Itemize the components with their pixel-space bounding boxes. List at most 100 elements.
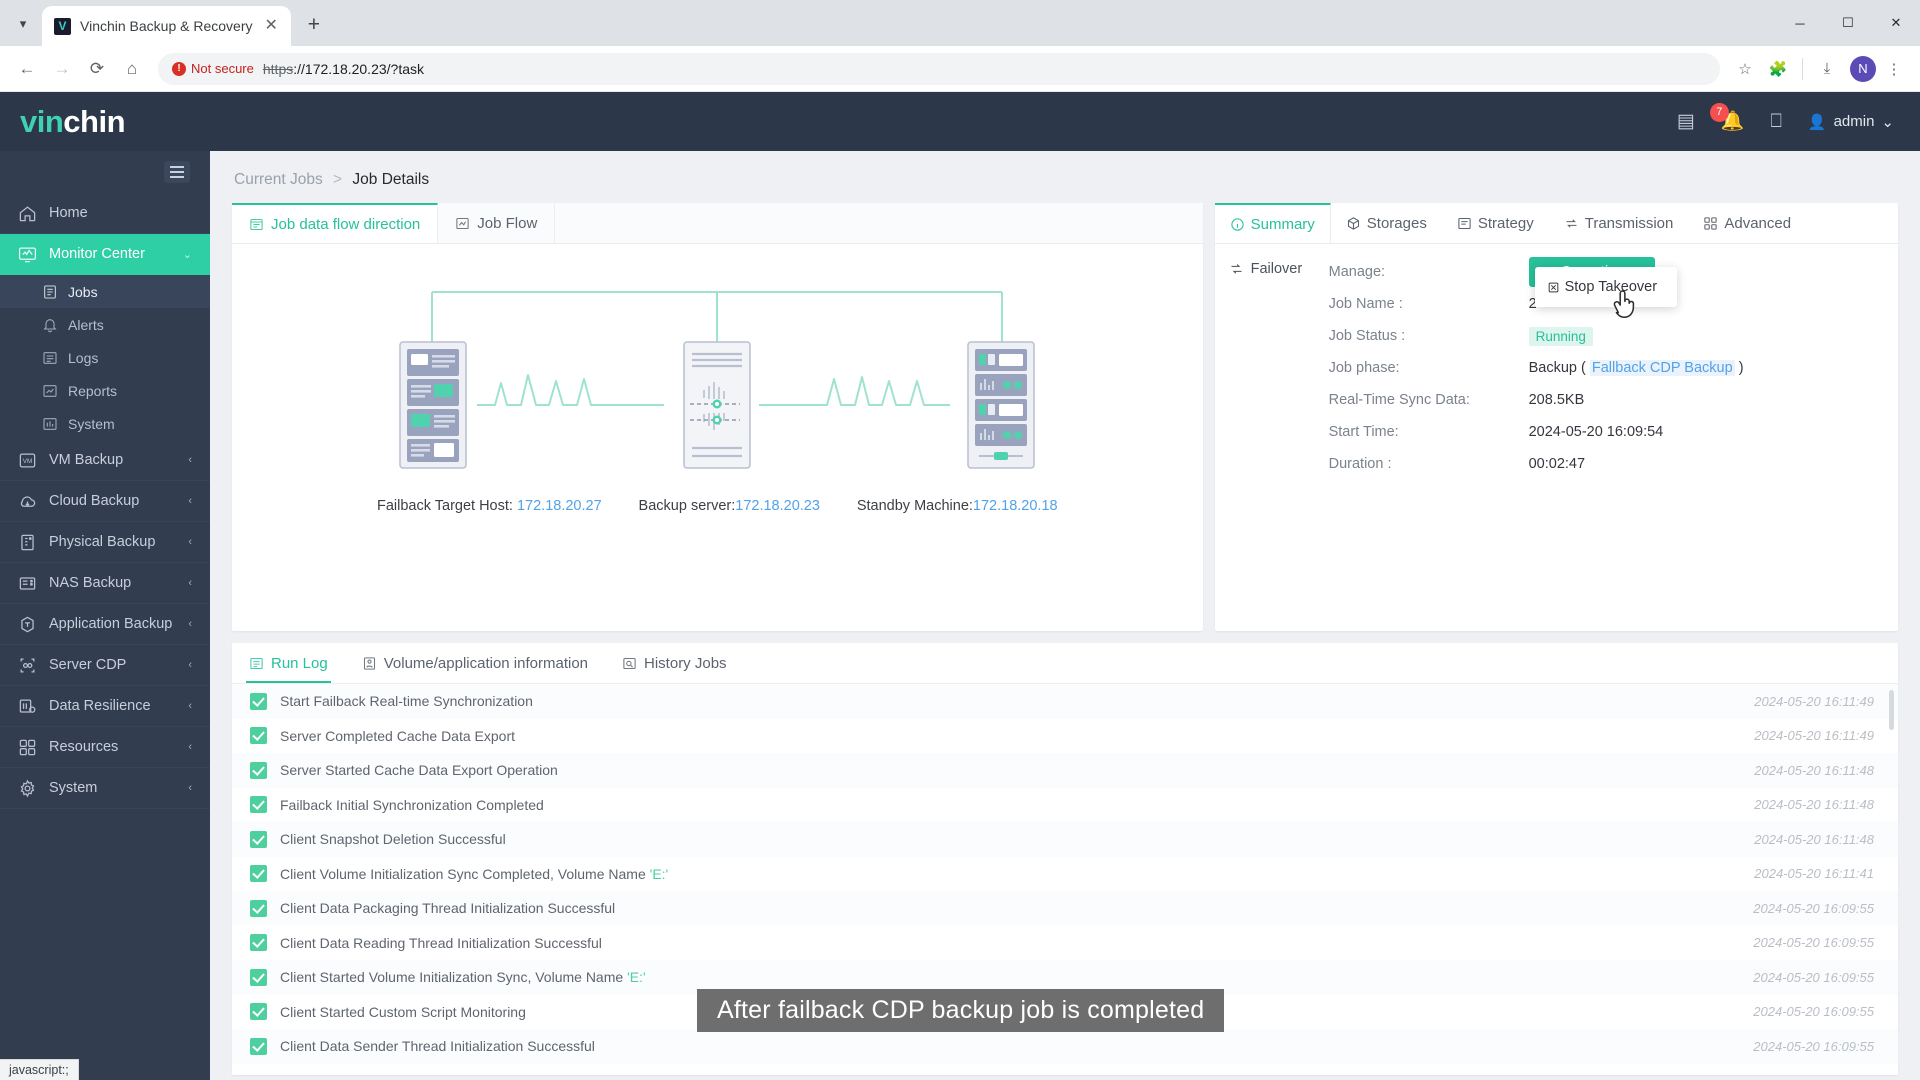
home-icon[interactable]: ⌂	[116, 53, 148, 85]
security-label: Not secure	[191, 61, 254, 76]
address-bar[interactable]: ! Not secure https://172.18.20.23/?task	[158, 52, 1720, 85]
star-icon[interactable]: ☆	[1730, 54, 1760, 84]
chevron-left-icon: ‹	[188, 741, 192, 753]
reload-icon[interactable]: ⟳	[81, 53, 113, 85]
tab-volume-application-information[interactable]: Volume/application information	[344, 643, 606, 683]
maximize-icon[interactable]: ☐	[1824, 0, 1872, 46]
sidebar-item-system[interactable]: System ‹	[0, 768, 210, 809]
sidebar-item-home[interactable]: Home	[0, 193, 210, 234]
server-icon	[21, 534, 34, 550]
sidebar: Home Monitor Center ⌄ Jobs Alerts Logs R…	[0, 151, 210, 1080]
sidebar-item-monitor-center[interactable]: Monitor Center ⌄	[0, 234, 210, 275]
tab-run-log[interactable]: Run Log	[232, 643, 345, 683]
back-icon[interactable]: ←	[11, 53, 43, 85]
security-badge[interactable]: ! Not secure	[172, 61, 254, 76]
sidebar-item-reports[interactable]: Reports	[0, 374, 210, 407]
sidebar-item-logs[interactable]: Logs	[0, 341, 210, 374]
tab-transmission[interactable]: Transmission	[1548, 203, 1689, 243]
chevron-left-icon: ‹	[188, 782, 192, 794]
sidebar-collapse-row	[0, 151, 210, 193]
cloud-icon	[20, 495, 36, 507]
close-icon[interactable]: ✕	[262, 18, 281, 34]
kebab-menu-icon[interactable]: ⋮	[1879, 54, 1909, 84]
log-scrollbar-thumb[interactable]	[1889, 690, 1894, 730]
cdp-icon	[20, 658, 35, 672]
monitor-icon[interactable]: ⎕	[1770, 112, 1781, 131]
sidebar-item-data-resilience[interactable]: Data Resilience ‹	[0, 686, 210, 727]
puzzle-icon[interactable]: 🧩	[1763, 54, 1793, 84]
tab-strategy[interactable]: Strategy	[1441, 203, 1549, 243]
strategy-icon	[1458, 217, 1471, 229]
sidebar-item-label: NAS Backup	[49, 575, 132, 591]
tab-label: History Jobs	[644, 654, 727, 672]
tab-storages[interactable]: Storages	[1330, 203, 1442, 243]
log-timestamp: 2024-05-20 16:09:55	[1753, 900, 1874, 916]
window-close-icon[interactable]: ✕	[1872, 0, 1920, 46]
gear-icon	[20, 779, 35, 797]
operation-dropdown-menu[interactable]: Stop Takeover	[1534, 267, 1677, 307]
browser-tab[interactable]: V Vinchin Backup & Recovery ✕	[42, 6, 291, 46]
user-menu[interactable]: 👤 admin ⌄	[1808, 113, 1894, 131]
jobs-icon	[44, 284, 56, 299]
phase-link[interactable]: Fallback CDP Backup	[1589, 360, 1735, 376]
home-icon	[19, 205, 36, 221]
breadcrumb: Current Jobs > Job Details	[232, 165, 1898, 203]
success-check-icon	[250, 899, 267, 917]
vinchin-logo: vinchin	[0, 103, 126, 140]
log-timestamp: 2024-05-20 16:11:49	[1754, 728, 1874, 744]
document-icon[interactable]: ▤	[1677, 112, 1695, 131]
node-ip: 172.18.20.27	[516, 498, 602, 514]
download-icon[interactable]: ⤓	[1812, 54, 1842, 84]
sidebar-item-resources[interactable]: Resources ‹	[0, 727, 210, 768]
sidebar-item-system-monitor[interactable]: System	[0, 407, 210, 440]
forward-icon[interactable]: →	[46, 53, 78, 85]
advanced-icon	[1704, 216, 1718, 230]
field-label: Job Status :	[1328, 328, 1406, 344]
field-start-time: Start Time: 2024-05-20 16:09:54	[1329, 416, 1898, 448]
logo-part-1: vin	[20, 103, 64, 139]
logs-icon	[43, 351, 57, 364]
hamburger-icon[interactable]	[164, 161, 190, 183]
side-item-failover[interactable]: Failover	[1229, 256, 1323, 282]
svg-text:VM: VM	[23, 457, 33, 464]
sidebar-item-label: Data Resilience	[49, 698, 151, 714]
new-tab-button[interactable]: +	[297, 8, 331, 42]
sidebar-item-server-cdp[interactable]: Server CDP ‹	[0, 645, 210, 686]
tab-advanced[interactable]: Advanced	[1688, 203, 1807, 243]
menu-item-stop-takeover[interactable]: Stop Takeover	[1535, 272, 1677, 302]
tab-job-data-flow-direction[interactable]: Job data flow direction	[232, 203, 439, 243]
chevron-left-icon: ‹	[188, 659, 192, 671]
tab-label: Run Log	[271, 654, 328, 672]
sidebar-item-cloud-backup[interactable]: Cloud Backup ‹	[0, 481, 210, 522]
transmission-icon	[1566, 218, 1577, 228]
sidebar-item-alerts[interactable]: Alerts	[0, 308, 210, 341]
sidebar-item-jobs[interactable]: Jobs	[0, 275, 210, 308]
field-label: Job Name :	[1328, 296, 1403, 312]
tab-list-button[interactable]: ▾	[6, 7, 40, 41]
sidebar-item-label: System	[49, 780, 98, 796]
breadcrumb-current-jobs[interactable]: Current Jobs	[234, 171, 323, 188]
log-timestamp: 2024-05-20 16:11:49	[1754, 693, 1874, 709]
url-text: https://172.18.20.23/?task	[263, 61, 424, 77]
profile-avatar[interactable]: N	[1850, 55, 1876, 82]
sidebar-item-label: Physical Backup	[49, 534, 156, 550]
user-name: admin	[1833, 113, 1875, 130]
log-timestamp: 2024-05-20 16:09:55	[1753, 969, 1874, 985]
sidebar-item-vm-backup[interactable]: VM VM Backup ‹	[0, 440, 210, 481]
minimize-icon[interactable]: ─	[1776, 0, 1824, 46]
runlog-icon	[250, 657, 263, 669]
field-label: Real-Time Sync Data:	[1328, 392, 1470, 408]
summary-tabbar: Summary Storages Strategy Transmission A…	[1214, 203, 1898, 244]
sidebar-item-application-backup[interactable]: Application Backup ‹	[0, 604, 210, 645]
diagram-labels: Failback Target Host: 172.18.20.27 Backu…	[232, 498, 1203, 514]
sidebar-item-physical-backup[interactable]: Physical Backup ‹	[0, 522, 210, 563]
field-realtime-sync-data: Real-Time Sync Data: 208.5KB	[1329, 384, 1898, 416]
bell-icon[interactable]: 7 🔔	[1709, 103, 1744, 131]
sidebar-subitem-label: Jobs	[68, 283, 98, 300]
breadcrumb-job-details: Job Details	[352, 171, 430, 188]
tab-summary[interactable]: Summary	[1214, 203, 1331, 243]
log-row: Start Failback Real-time Synchronization…	[232, 684, 1898, 719]
tab-history-jobs[interactable]: History Jobs	[605, 643, 744, 683]
tab-job-flow[interactable]: Job Flow	[438, 203, 556, 243]
sidebar-item-nas-backup[interactable]: NAS Backup ‹	[0, 563, 210, 604]
